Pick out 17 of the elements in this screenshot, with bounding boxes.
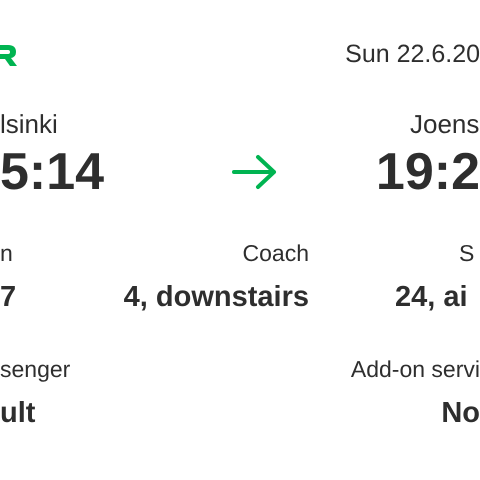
travel-date: Sun 22.6.20 [345,40,480,69]
detail-label: S [459,240,474,267]
detail-value: 4, downstairs [124,281,309,314]
detail-label: Coach [242,240,309,267]
detail-value: 24, ai [395,281,468,314]
arrival-station: Joens [410,109,480,140]
detail-label: senger [0,356,70,383]
detail-label: Add-on servi [350,356,480,383]
detail-label: n [0,240,13,267]
detail-value: No [441,397,480,430]
arrow-right-icon [232,154,278,190]
detail-value: 7 [0,281,16,314]
logo-icon [0,42,18,66]
departure-time: 5:14 [0,146,104,198]
departure-station: lsinki [0,109,58,140]
arrival-time: 19:2 [376,146,480,198]
detail-value: ult [0,397,36,430]
